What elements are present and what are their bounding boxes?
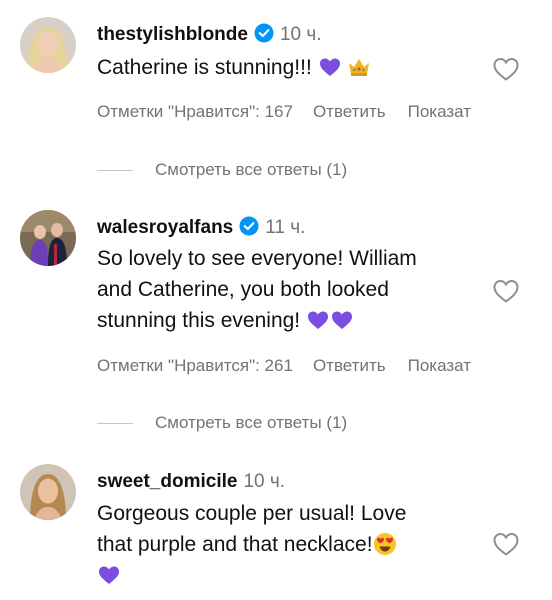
likes-count-link[interactable]: Отметки "Нравится": 261 xyxy=(97,356,293,375)
comment-text: So lovely to see everyone! William and C… xyxy=(97,247,417,332)
avatar-sweet-domicile[interactable] xyxy=(20,464,76,520)
like-heart-icon[interactable] xyxy=(492,56,520,82)
heart-eyes-emoji xyxy=(373,532,397,556)
purple-heart-emoji xyxy=(97,563,121,587)
verified-badge-icon xyxy=(254,23,274,43)
like-heart-icon[interactable] xyxy=(492,278,520,304)
comment-header: walesroyalfans 11 ч. xyxy=(97,216,305,240)
reply-button[interactable]: Ответить xyxy=(313,102,386,121)
timestamp: 11 ч. xyxy=(265,217,306,238)
verified-badge-icon xyxy=(239,216,259,236)
comment-header: thestylishblonde 10 ч. xyxy=(97,23,322,47)
crown-emoji xyxy=(347,55,371,79)
likes-count-link[interactable]: Отметки "Нравится": 167 xyxy=(97,102,293,121)
show-translation-button[interactable]: Показат xyxy=(408,356,471,375)
username[interactable]: walesroyalfans xyxy=(97,217,233,238)
comment-actions: Отметки "Нравится": 261 Ответить Показат xyxy=(97,356,471,376)
divider-line xyxy=(97,170,133,172)
username[interactable]: thestylishblonde xyxy=(97,24,248,45)
username[interactable]: sweet_domicile xyxy=(97,471,237,492)
divider-line xyxy=(97,423,133,425)
timestamp: 10 ч. xyxy=(279,24,322,45)
timestamp: 10 ч. xyxy=(243,471,286,492)
view-replies-button[interactable]: Смотреть все ответы (1) xyxy=(97,160,347,180)
like-heart-icon[interactable] xyxy=(492,531,520,557)
comment-text: Gorgeous couple per usual! Love that pur… xyxy=(97,498,477,591)
show-translation-button[interactable]: Показат xyxy=(408,102,471,121)
reply-button[interactable]: Ответить xyxy=(313,356,386,375)
purple-heart-emoji xyxy=(318,55,342,79)
comment-text: Catherine is stunning!!! xyxy=(97,52,477,83)
purple-heart-emoji xyxy=(330,308,354,332)
purple-heart-emoji xyxy=(306,308,330,332)
avatar-thestylishblonde[interactable] xyxy=(20,17,76,73)
view-replies-button[interactable]: Смотреть все ответы (1) xyxy=(97,413,347,433)
comment-actions: Отметки "Нравится": 167 Ответить Показат xyxy=(97,102,471,122)
comment-header: sweet_domicile 10 ч. xyxy=(97,470,285,494)
avatar-walesroyalfans[interactable] xyxy=(20,210,76,266)
